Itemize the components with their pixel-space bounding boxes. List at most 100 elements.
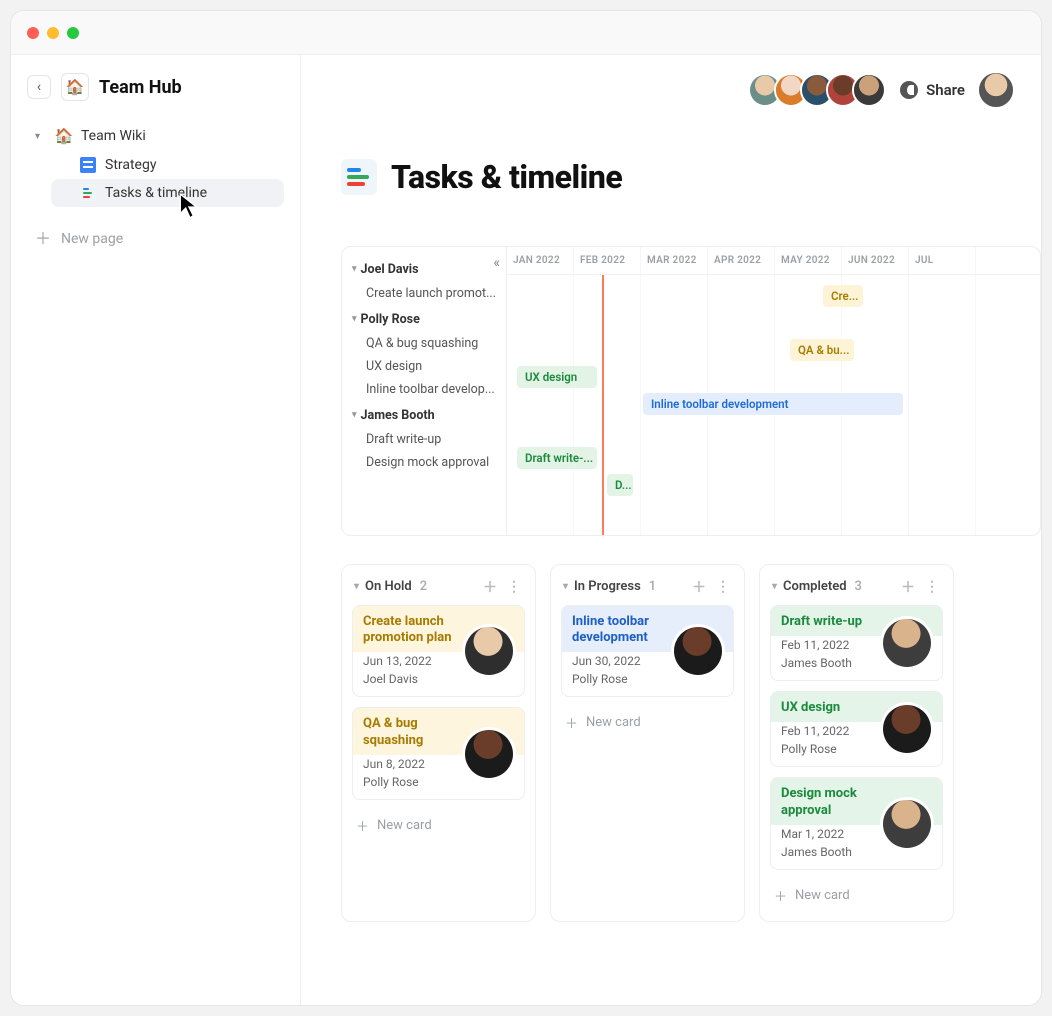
share-button[interactable]: Share (900, 81, 965, 99)
timeline-bar[interactable]: Inline toolbar development (643, 393, 903, 415)
new-page-label: New page (61, 231, 123, 247)
maximize-window-button[interactable] (67, 27, 79, 39)
kanban-card[interactable]: Draft write-upFeb 11, 2022James Booth (770, 605, 943, 681)
timeline-bar[interactable]: QA & bu... (790, 339, 854, 361)
column-header[interactable]: ▾ On Hold 2 ＋ ⋮ (352, 575, 525, 605)
back-button[interactable]: ‹ (27, 75, 51, 99)
kanban-card[interactable]: Design mock approvalMar 1, 2022James Boo… (770, 777, 943, 870)
new-card-label: New card (586, 715, 641, 730)
collaborator-avatars[interactable] (748, 73, 886, 107)
globe-icon (900, 81, 918, 99)
kanban-card[interactable]: QA & bug squashingJun 8, 2022Polly Rose (352, 707, 525, 800)
column-title: On Hold (365, 579, 412, 594)
timeline-month: MAY 2022 (775, 247, 842, 274)
column-count: 1 (649, 579, 656, 594)
column-menu-button[interactable]: ⋮ (714, 579, 732, 595)
timeline-task-row[interactable]: Draft write-up (352, 428, 496, 451)
tree-item-team-wiki[interactable]: ▾ 🏠 Team Wiki (27, 121, 284, 151)
tree-item-label: Tasks & timeline (105, 185, 207, 201)
house-icon: 🏠 (66, 78, 85, 96)
timeline-group-header[interactable]: ▾ Polly Rose (352, 307, 496, 332)
assignee-avatar (462, 624, 516, 678)
page-header: Tasks & timeline (301, 107, 1041, 236)
column-header[interactable]: ▾In Progress1＋⋮ (561, 575, 734, 605)
kanban-column: ▾In Progress1＋⋮Inline toolbar developmen… (550, 564, 745, 922)
kanban-board: ▾ On Hold 2 ＋ ⋮ Create launch promotion planJ… (301, 536, 1041, 922)
column-count: 2 (420, 579, 427, 594)
timeline-bar[interactable]: D... (607, 474, 633, 496)
add-card-button[interactable]: ＋ (899, 577, 917, 597)
column-menu-button[interactable]: ⋮ (923, 579, 941, 595)
chevron-down-icon: ▾ (352, 264, 357, 274)
window-controls (27, 27, 79, 39)
timeline-month: JUN 2022 (842, 247, 909, 274)
page-tree: ▾ 🏠 Team Wiki Strategy T (27, 121, 284, 207)
chevron-down-icon: ▾ (352, 410, 357, 420)
timeline-task-list: « ▾Joel DavisCreate launch promot... ▾ Pol… (342, 247, 507, 535)
new-card-button[interactable]: ＋New card (352, 810, 525, 841)
kanban-column: ▾ On Hold 2 ＋ ⋮ Create launch promotion planJ… (341, 564, 536, 922)
timeline-task-row[interactable]: Inline toolbar develop... (352, 378, 496, 401)
kanban-card[interactable]: Inline toolbar developmentJun 30, 2022Po… (561, 605, 734, 698)
tree-item-strategy[interactable]: Strategy (51, 151, 284, 179)
timeline-task-row[interactable]: UX design (352, 355, 496, 378)
add-card-button[interactable]: ＋ (481, 577, 499, 597)
new-card-button[interactable]: ＋ New card (561, 707, 734, 738)
add-card-button[interactable]: ＋ (690, 577, 708, 597)
assignee-avatar (880, 797, 934, 851)
timeline-task-row[interactable]: QA & bug squashing (352, 332, 496, 355)
chevron-left-icon: ‹ (37, 79, 41, 95)
new-card-button[interactable]: ＋ New card (770, 880, 943, 911)
close-window-button[interactable] (27, 27, 39, 39)
timeline-bar[interactable]: UX design (517, 366, 597, 388)
timeline-month: JAN 2022 (507, 247, 574, 274)
assignee-avatar (462, 727, 516, 781)
kanban-column: ▾Completed3＋⋮Draft write-upFeb 11, 2022J… (759, 564, 954, 922)
chevron-down-icon: ▾ (354, 581, 359, 592)
timeline-icon (79, 185, 97, 201)
timeline-group-name: James Booth (361, 408, 435, 423)
timeline-bar[interactable]: Cre... (823, 285, 863, 307)
new-card-label: New card (795, 888, 850, 903)
chevron-down-icon[interactable]: ▾ (35, 131, 47, 142)
timeline-bars-area: Cre... QA & bu... UX design Inline toolbar … (507, 275, 1040, 535)
kanban-card[interactable]: UX designFeb 11, 2022Polly Rose (770, 691, 943, 767)
workspace-icon: 🏠 (61, 73, 89, 101)
main-content: Share Tasks & timeline « ▾Joel DavisCrea… (301, 55, 1041, 1005)
titlebar (11, 11, 1041, 55)
timeline-task-row[interactable]: Design mock approval (352, 451, 496, 474)
kanban-card[interactable]: Create launch promotion planJun 13, 2022… (352, 605, 525, 698)
timeline-view: « ▾Joel DavisCreate launch promot... ▾ Pol… (341, 246, 1041, 536)
plus-icon: ＋ (35, 231, 51, 247)
plus-icon: ＋ (565, 713, 578, 732)
timeline-month: MAR 2022 (641, 247, 708, 274)
column-count: 3 (855, 579, 862, 594)
assignee-avatar (880, 616, 934, 670)
timeline-icon (341, 159, 377, 195)
minimize-window-button[interactable] (47, 27, 59, 39)
new-page-button[interactable]: ＋ New page (27, 223, 284, 255)
plus-icon: ＋ (774, 886, 787, 905)
assignee-avatar (880, 702, 934, 756)
collapse-sidebar-button[interactable]: « (493, 255, 500, 271)
new-card-label: New card (377, 818, 432, 833)
current-user-avatar[interactable] (979, 73, 1013, 107)
column-title: In Progress (574, 579, 641, 594)
timeline-month-header: JAN 2022FEB 2022MAR 2022APR 2022MAY 2022… (507, 247, 1040, 275)
column-menu-button[interactable]: ⋮ (505, 579, 523, 595)
timeline-grid[interactable]: JAN 2022FEB 2022MAR 2022APR 2022MAY 2022… (507, 247, 1040, 535)
chevron-down-icon: ▾ (772, 581, 777, 592)
app-window: ‹ 🏠 Team Hub ▾ 🏠 Team Wiki Strat (10, 10, 1042, 1006)
assignee-avatar (671, 624, 725, 678)
column-header[interactable]: ▾Completed3＋⋮ (770, 575, 943, 605)
tree-item-label: Strategy (105, 157, 156, 173)
timeline-group-header[interactable]: ▾ James Booth (352, 403, 496, 428)
timeline-group-name: Polly Rose (361, 312, 420, 327)
chevron-down-icon: ▾ (352, 314, 357, 324)
tree-item-tasks-timeline[interactable]: Tasks & timeline (51, 179, 284, 207)
timeline-group-header[interactable]: ▾Joel Davis (352, 257, 496, 282)
avatar[interactable] (852, 73, 886, 107)
timeline-bar[interactable]: Draft write-... (517, 447, 597, 469)
timeline-task-row[interactable]: Create launch promot... (352, 282, 496, 305)
workspace-title: Team Hub (99, 77, 182, 98)
